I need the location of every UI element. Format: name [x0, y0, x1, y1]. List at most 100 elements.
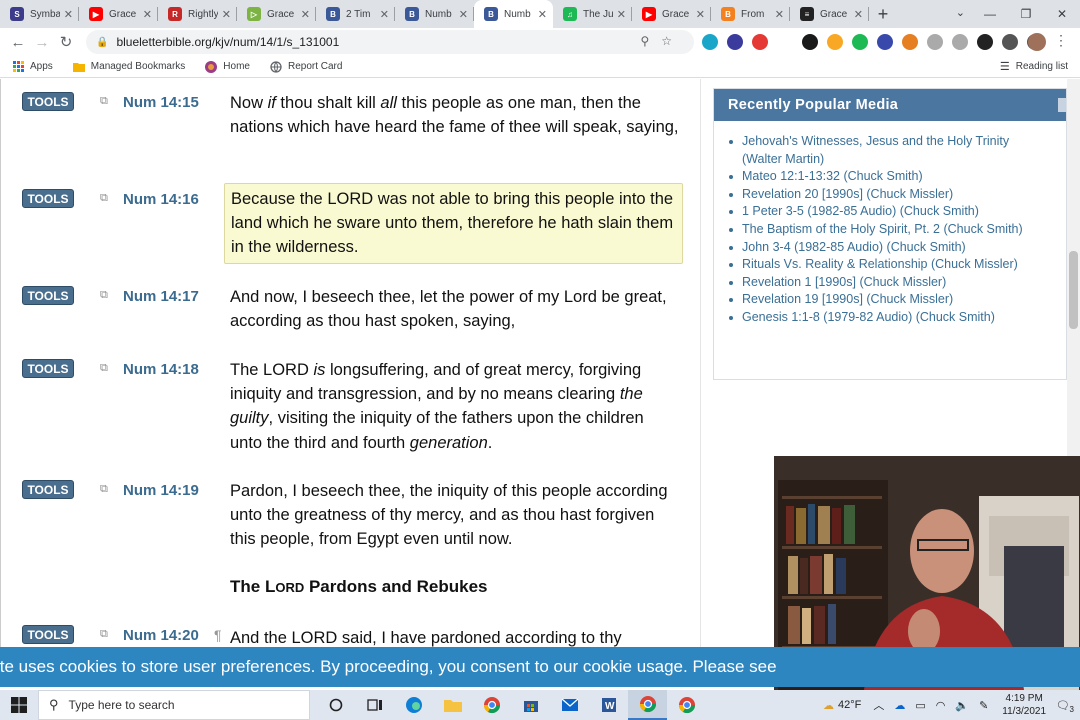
- extension-icon[interactable]: [927, 34, 943, 50]
- task-view-icon[interactable]: [355, 690, 394, 720]
- media-link[interactable]: Revelation 19 [1990s] (Chuck Missler): [729, 291, 1052, 309]
- media-link[interactable]: 1 Peter 3-5 (1982-85 Audio) (Chuck Smith…: [729, 203, 1052, 221]
- new-tab-button[interactable]: +: [869, 0, 897, 28]
- copy-icon[interactable]: ⧉: [100, 192, 108, 205]
- network-icon[interactable]: ▭: [915, 699, 925, 712]
- tools-button[interactable]: TOOLS: [22, 92, 74, 111]
- maximize-button[interactable]: ❐: [1008, 0, 1044, 28]
- minimize-button[interactable]: —: [972, 0, 1008, 28]
- wifi-icon[interactable]: ◠: [936, 699, 946, 712]
- tools-button[interactable]: TOOLS: [22, 480, 74, 499]
- tools-button[interactable]: TOOLS: [22, 625, 74, 644]
- taskbar-search[interactable]: ⚲ Type here to search: [38, 690, 310, 720]
- file-explorer-icon[interactable]: [433, 690, 472, 720]
- browser-tab[interactable]: ≡ Grace ✕: [790, 0, 869, 28]
- browser-tab[interactable]: ▶ Grace ✕: [79, 0, 158, 28]
- media-link[interactable]: Mateo 12:1-13:32 (Chuck Smith): [729, 168, 1052, 186]
- volume-icon[interactable]: 🔈: [955, 699, 969, 712]
- copy-icon[interactable]: ⧉: [100, 95, 108, 108]
- cookie-banner[interactable]: ite uses cookies to store user preferenc…: [0, 647, 1080, 687]
- back-button[interactable]: ←: [6, 34, 30, 51]
- start-button[interactable]: [0, 690, 38, 720]
- forward-button[interactable]: →: [30, 34, 54, 51]
- tab-search-icon[interactable]: ⌄: [956, 6, 965, 19]
- address-bar[interactable]: 🔒 blueletterbible.org/kjv/num/14/1/s_131…: [86, 30, 694, 54]
- copy-icon[interactable]: ⧉: [100, 362, 108, 375]
- extension-icon[interactable]: [902, 34, 918, 50]
- tab-close-icon[interactable]: ✕: [222, 8, 231, 21]
- media-link[interactable]: Revelation 20 [1990s] (Chuck Missler): [729, 186, 1052, 204]
- word-icon[interactable]: W: [589, 690, 628, 720]
- scrollbar-thumb[interactable]: [1069, 251, 1078, 329]
- extension-icon[interactable]: [777, 34, 793, 50]
- mail-icon[interactable]: [550, 690, 589, 720]
- chrome-profile-icon[interactable]: [667, 690, 706, 720]
- extension-icon[interactable]: [802, 34, 818, 50]
- media-link[interactable]: Genesis 1:1-8 (1979-82 Audio) (Chuck Smi…: [729, 309, 1052, 327]
- verse-reference[interactable]: Num 14:18: [123, 361, 199, 378]
- extension-icon[interactable]: [977, 34, 993, 50]
- tab-close-icon[interactable]: ✕: [538, 8, 547, 21]
- tab-close-icon[interactable]: ✕: [854, 8, 863, 21]
- bookmark-home[interactable]: Home: [205, 60, 250, 73]
- media-link[interactable]: Revelation 1 [1990s] (Chuck Missler): [729, 274, 1052, 292]
- tab-close-icon[interactable]: ✕: [301, 8, 310, 21]
- verse-reference[interactable]: Num 14:17: [123, 288, 199, 305]
- location-and-star-icons[interactable]: ⚲☆: [640, 34, 684, 48]
- store-icon[interactable]: [511, 690, 550, 720]
- extension-icon[interactable]: [852, 34, 868, 50]
- browser-tab[interactable]: ▶ Grace ✕: [632, 0, 711, 28]
- tab-close-icon[interactable]: ✕: [696, 8, 705, 21]
- reload-button[interactable]: ↻: [54, 33, 78, 51]
- extension-icon[interactable]: [702, 34, 718, 50]
- verse-reference[interactable]: Num 14:15: [123, 94, 199, 111]
- weather-temp[interactable]: 42°F: [838, 699, 861, 711]
- browser-tab[interactable]: ♫ The Ju ✕: [553, 0, 632, 28]
- collapse-tab[interactable]: [1058, 98, 1066, 112]
- tab-close-icon[interactable]: ✕: [143, 8, 152, 21]
- bookmark-managed[interactable]: Managed Bookmarks: [72, 61, 185, 73]
- pen-icon[interactable]: ✎: [979, 699, 988, 712]
- copy-icon[interactable]: ⧉: [100, 289, 108, 302]
- profile-avatar[interactable]: [1028, 33, 1046, 51]
- extension-icon[interactable]: [952, 34, 968, 50]
- copy-icon[interactable]: ⧉: [100, 628, 108, 641]
- extension-icon[interactable]: [1002, 34, 1018, 50]
- browser-tab[interactable]: R Rightly ✕: [158, 0, 237, 28]
- chrome-icon[interactable]: [472, 690, 511, 720]
- cortana-icon[interactable]: [316, 690, 355, 720]
- browser-tab[interactable]: B 2 Tim ✕: [316, 0, 395, 28]
- copy-icon[interactable]: ⧉: [100, 483, 108, 496]
- tab-close-icon[interactable]: ✕: [617, 8, 626, 21]
- bookmark-report-card[interactable]: Report Card: [270, 60, 342, 73]
- extension-icon[interactable]: [877, 34, 893, 50]
- browser-tab[interactable]: S Symba ✕: [0, 0, 79, 28]
- chrome-active-icon[interactable]: [628, 690, 667, 720]
- tools-button[interactable]: TOOLS: [22, 286, 74, 305]
- chevron-up-icon[interactable]: ︿: [873, 697, 884, 713]
- browser-tab[interactable]: B Numb ✕: [474, 0, 553, 28]
- media-link[interactable]: John 3-4 (1982-85 Audio) (Chuck Smith): [729, 239, 1052, 257]
- extension-icon[interactable]: [727, 34, 743, 50]
- tools-button[interactable]: TOOLS: [22, 189, 74, 208]
- bookmark-apps[interactable]: Apps: [12, 61, 53, 73]
- tools-button[interactable]: TOOLS: [22, 359, 74, 378]
- onedrive-icon[interactable]: ☁: [894, 699, 905, 712]
- clock[interactable]: 4:19 PM 11/3/2021: [1002, 692, 1046, 718]
- browser-tab[interactable]: ▷ Grace ✕: [237, 0, 316, 28]
- verse-reference[interactable]: Num 14:20: [123, 627, 199, 644]
- weather-icon[interactable]: ☁: [823, 699, 834, 712]
- media-link[interactable]: Rituals Vs. Reality & Relationship (Chuc…: [729, 256, 1052, 274]
- browser-tab[interactable]: B From ✕: [711, 0, 790, 28]
- verse-reference[interactable]: Num 14:19: [123, 482, 199, 499]
- menu-icon[interactable]: ⋮: [1054, 32, 1068, 49]
- tab-close-icon[interactable]: ✕: [380, 8, 389, 21]
- edge-icon[interactable]: [394, 690, 433, 720]
- browser-tab[interactable]: B Numb ✕: [395, 0, 474, 28]
- verse-reference[interactable]: Num 14:16: [123, 191, 199, 208]
- tab-close-icon[interactable]: ✕: [64, 8, 73, 21]
- tab-close-icon[interactable]: ✕: [775, 8, 784, 21]
- extension-icon[interactable]: [827, 34, 843, 50]
- extension-icon[interactable]: [752, 34, 768, 50]
- close-window-button[interactable]: ✕: [1044, 0, 1080, 28]
